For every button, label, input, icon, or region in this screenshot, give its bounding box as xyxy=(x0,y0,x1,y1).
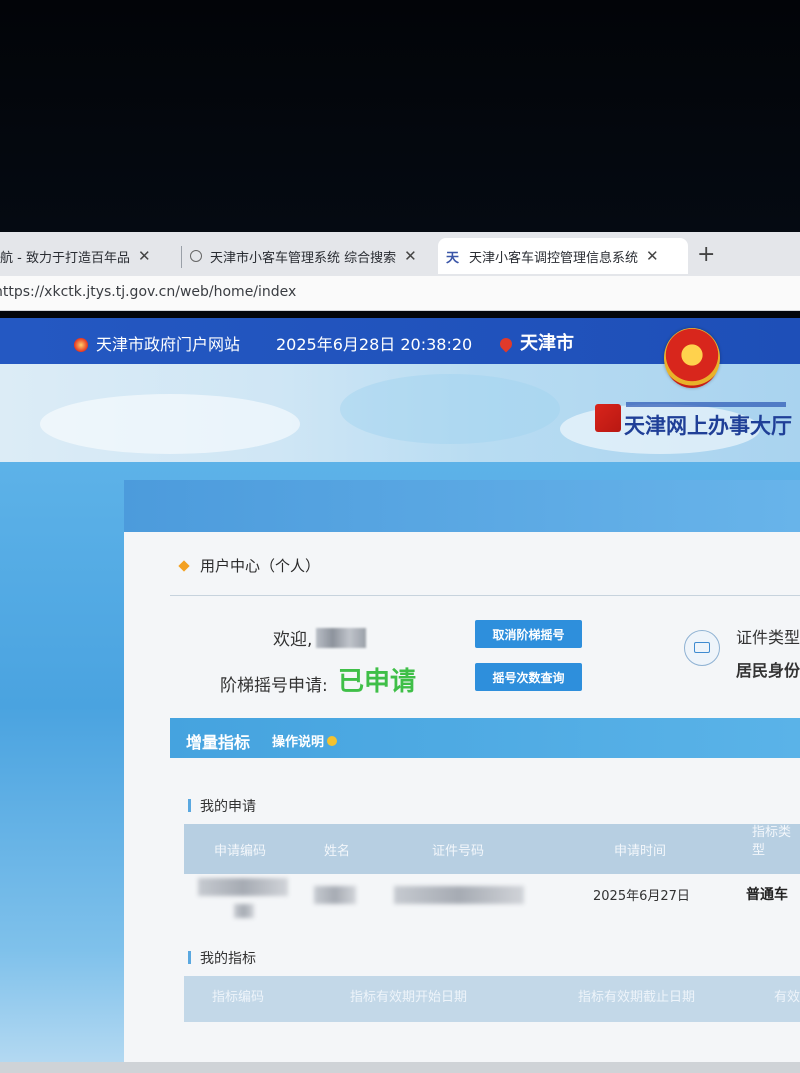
column-header: 指标类型 xyxy=(752,825,792,858)
portal-link[interactable]: 天津市政府门户网站 xyxy=(74,331,240,355)
user-center-title: 用户中心（个人） xyxy=(178,555,321,576)
browser-tab-bar: 航 - 致力于打造百年品 ✕ 天津市小客车管理系统 综合搜索 ✕ 天 天津小客车… xyxy=(0,232,800,277)
my-applications-title-text: 我的申请 xyxy=(200,799,256,815)
my-quota-title-text: 我的指标 xyxy=(200,951,256,967)
column-header: 指标有效期截止日期 xyxy=(578,990,696,1005)
section-title: 增量指标 xyxy=(186,733,251,752)
screen-bottom-edge xyxy=(0,1062,800,1073)
lottery-count-query-button[interactable]: 摇号次数查询 xyxy=(475,663,582,691)
title-bar-icon xyxy=(188,799,191,812)
address-bar[interactable]: https://xkctk.jtys.tj.gov.cn/web/home/in… xyxy=(0,276,800,311)
tab-3-title: 天津小客车调控管理信息系统 xyxy=(469,250,639,266)
browser-tab-2[interactable]: 天津市小客车管理系统 综合搜索 ✕ xyxy=(186,238,430,274)
help-link[interactable]: 操作说明 xyxy=(272,731,338,750)
portal-logo-icon xyxy=(74,338,88,352)
apply-status: 已申请 xyxy=(338,667,417,697)
monitor-bezel xyxy=(0,0,800,232)
applications-table-header: 申请编码 姓名 证件号码 申请时间 指标类型 xyxy=(184,824,800,874)
diamond-icon xyxy=(178,560,190,572)
blurred-username xyxy=(316,628,367,648)
hall-title: 天津网上办事大厅 xyxy=(624,414,792,438)
quota-table-header: 指标编码 指标有效期开始日期 指标有效期截止日期 有效 xyxy=(184,976,800,1022)
quota-type: 普通车 xyxy=(746,887,788,903)
close-icon[interactable]: ✕ xyxy=(404,247,417,265)
column-header: 申请编码 xyxy=(214,844,267,859)
blurred-application-code xyxy=(198,878,288,896)
my-applications-title: 我的申请 xyxy=(188,796,256,816)
my-quota-title: 我的指标 xyxy=(188,948,256,968)
tab-1-title: 航 - 致力于打造百年品 xyxy=(0,250,130,266)
blurred-application-code xyxy=(234,904,254,918)
national-emblem-icon xyxy=(664,328,720,388)
browser-tab-1[interactable]: 航 - 致力于打造百年品 ✕ xyxy=(0,238,178,274)
cancel-lottery-button[interactable]: 取消阶梯摇号 xyxy=(475,620,582,648)
help-dot-icon xyxy=(327,736,338,746)
id-type-value: 居民身份 xyxy=(736,661,800,680)
application-date: 2025年6月27日 xyxy=(593,889,690,904)
welcome-line: 欢迎, xyxy=(273,625,367,650)
apply-label: 阶梯摇号申请: xyxy=(220,676,328,696)
column-header: 指标有效期开始日期 xyxy=(350,990,468,1005)
tab-separator xyxy=(181,246,182,268)
content-header-strip xyxy=(124,480,800,532)
hall-subtitle-strip xyxy=(626,402,786,407)
header-datetime: 2025年6月28日 20:38:20 xyxy=(276,335,473,354)
title-bar-icon xyxy=(188,951,191,964)
site-favicon-icon: 天 xyxy=(446,250,460,266)
welcome-label: 欢迎, xyxy=(273,630,313,650)
id-card-icon xyxy=(684,630,720,666)
hall-logo-icon xyxy=(595,404,621,432)
id-type-label: 证件类型 xyxy=(736,628,800,647)
tab-2-title: 天津市小客车管理系统 综合搜索 xyxy=(210,250,397,266)
blurred-name xyxy=(314,886,356,904)
column-header: 有效 xyxy=(774,990,800,1005)
close-icon[interactable]: ✕ xyxy=(646,247,659,265)
search-icon xyxy=(190,250,202,262)
column-header: 指标编码 xyxy=(212,990,265,1005)
column-header: 申请时间 xyxy=(614,844,667,859)
divider xyxy=(170,595,800,596)
city-label: 天津市 xyxy=(520,333,574,354)
column-header: 证件号码 xyxy=(432,844,485,859)
blurred-id-number xyxy=(394,886,524,904)
section-bar xyxy=(170,718,800,758)
location-pin-icon xyxy=(497,335,515,353)
column-header: 姓名 xyxy=(324,844,351,859)
close-icon[interactable]: ✕ xyxy=(138,247,151,265)
url-text[interactable]: https://xkctk.jtys.tj.gov.cn/web/home/in… xyxy=(0,284,296,300)
portal-link-label: 天津市政府门户网站 xyxy=(96,335,241,354)
new-tab-icon[interactable]: + xyxy=(697,242,715,267)
table-row[interactable] xyxy=(184,874,800,932)
browser-tab-3-active[interactable]: 天 天津小客车调控管理信息系统 ✕ xyxy=(438,238,688,274)
city-selector[interactable]: 天津市 xyxy=(497,329,574,355)
help-link-label: 操作说明 xyxy=(272,735,325,750)
user-center-title-text: 用户中心（个人） xyxy=(200,557,321,575)
